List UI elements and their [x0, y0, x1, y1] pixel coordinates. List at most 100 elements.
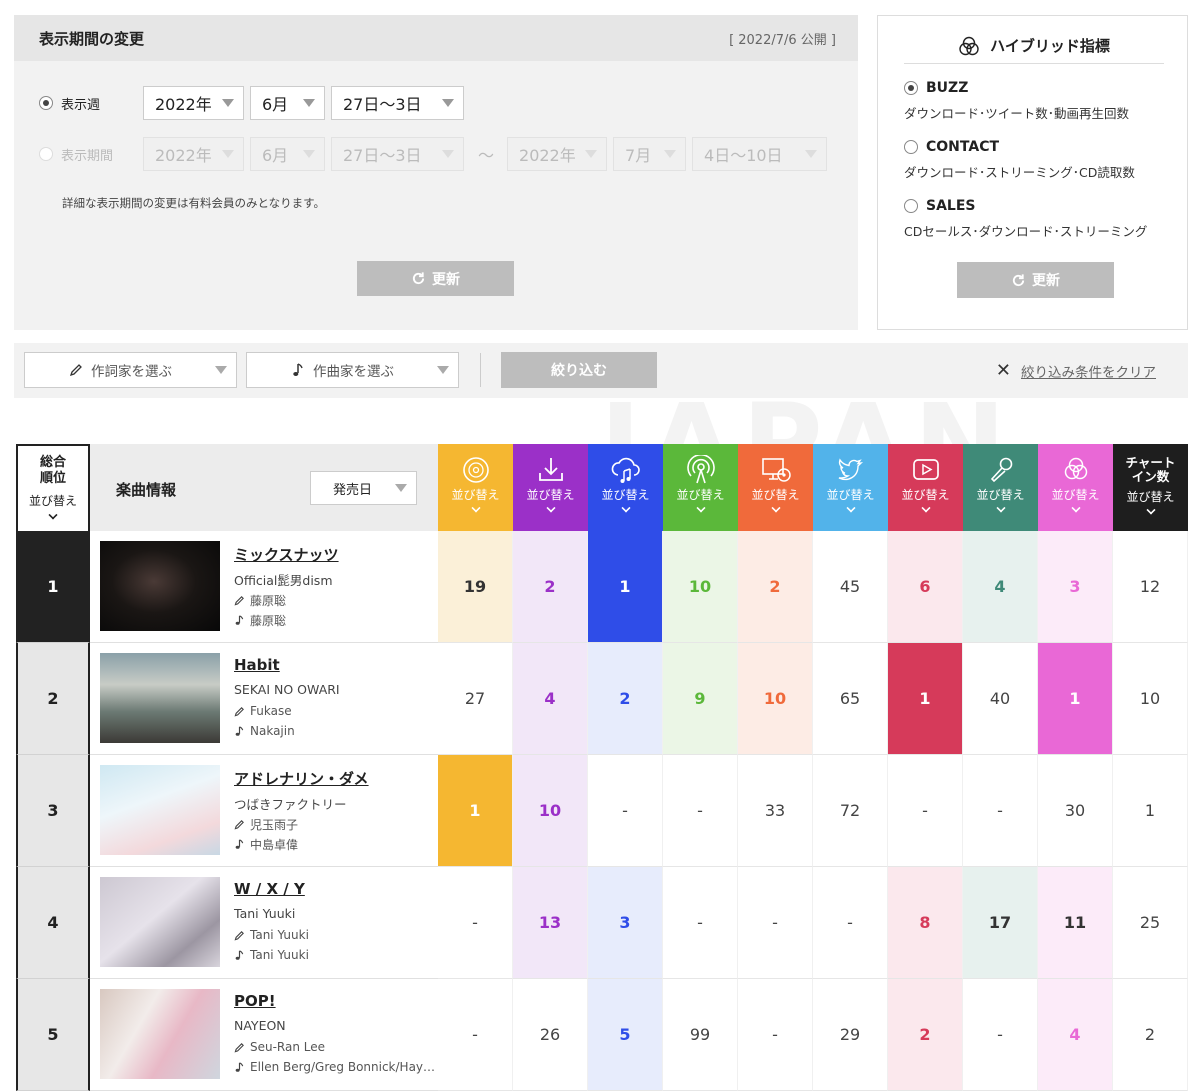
range-from-year-select[interactable]: 2022年 — [143, 137, 244, 171]
week-year-select[interactable]: 2022年 — [143, 86, 244, 120]
music-note-icon — [293, 363, 303, 376]
streaming-icon — [611, 457, 640, 483]
period-title: 表示期間の変更 — [39, 29, 145, 48]
metric-cell: 11 — [1038, 867, 1113, 979]
range-from-month-select[interactable]: 6月 — [250, 137, 325, 171]
sort-header-chart-in-count[interactable]: チャート イン数 並び替え — [1113, 444, 1188, 531]
metric-cell: 99 — [663, 979, 738, 1091]
sort-header-hybrid[interactable]: 並び替え — [1038, 444, 1113, 531]
metric-cell: 6 — [888, 531, 963, 643]
range-to-month-select[interactable]: 7月 — [613, 137, 687, 171]
artist-name: NAYEON — [234, 1018, 286, 1033]
metric-cell: 40 — [963, 643, 1038, 755]
song-info-cell: ミックスナッツ Official髭男dism 藤原聡 藤原聡 — [90, 531, 438, 643]
song-info-header: 楽曲情報 発売日 — [90, 444, 438, 531]
narrow-button[interactable]: 絞り込む — [501, 352, 657, 388]
sort-header-download[interactable]: 並び替え — [513, 444, 588, 531]
pencil-icon — [234, 706, 244, 716]
sort-header-pc-read[interactable]: 並び替え — [738, 444, 813, 531]
song-title-link[interactable]: W / X / Y — [234, 880, 305, 898]
refresh-icon — [1012, 273, 1025, 286]
song-title-link[interactable]: ミックスナッツ — [234, 544, 339, 565]
metric-cell: 10 — [663, 531, 738, 643]
filter-bar: 作詞家を選ぶ 作曲家を選ぶ 絞り込む ✕ 絞り込み条件をクリア — [14, 343, 1188, 398]
week-month-select[interactable]: 6月 — [250, 86, 325, 120]
rank-cell: 2 — [16, 643, 90, 755]
lyricist-credit: 藤原聡 — [234, 592, 286, 609]
song-title-link[interactable]: アドレナリン・ダメ — [234, 768, 369, 789]
chevron-down-icon — [695, 503, 706, 513]
sort-header-karaoke[interactable]: 並び替え — [963, 444, 1038, 531]
sort-header-radio[interactable]: 並び替え — [663, 444, 738, 531]
week-days-select[interactable]: 27日〜3日 — [331, 86, 464, 120]
video-thumbnail[interactable] — [100, 541, 220, 631]
chevron-down-icon — [805, 150, 818, 158]
buzz-radio[interactable] — [904, 81, 918, 95]
hybrid-option-sales[interactable]: SALES CDセールス･ダウンロード･ストリーミング — [904, 198, 1147, 240]
metric-cell: - — [813, 867, 888, 979]
clear-filter-link[interactable]: ✕ 絞り込み条件をクリア — [996, 361, 1156, 382]
chevron-down-icon — [845, 503, 856, 513]
music-note-icon — [235, 1061, 244, 1072]
chevron-down-icon — [48, 510, 58, 520]
metric-cell: 17 — [963, 867, 1038, 979]
pencil-icon — [234, 596, 244, 606]
chevron-down-icon — [545, 503, 556, 513]
video-thumbnail[interactable] — [100, 765, 220, 855]
metric-cell: - — [963, 755, 1038, 867]
video-thumbnail[interactable] — [100, 653, 220, 743]
chevron-down-icon — [442, 150, 454, 158]
composer-select[interactable]: 作曲家を選ぶ — [246, 352, 459, 388]
range-separator: 〜 — [478, 146, 495, 165]
sort-header-streaming[interactable]: 並び替え — [588, 444, 663, 531]
composer-credit: 中島卓偉 — [234, 836, 298, 853]
chevron-down-icon — [303, 150, 315, 158]
chevron-down-icon — [215, 366, 227, 374]
metric-cell: 4 — [1038, 979, 1113, 1091]
range-to-year-select[interactable]: 2022年 — [507, 137, 608, 171]
metric-cell: 4 — [513, 643, 588, 755]
chevron-down-icon — [995, 503, 1006, 513]
period-update-button[interactable]: 更新 — [357, 261, 514, 296]
hybrid-update-button[interactable]: 更新 — [957, 262, 1114, 298]
table-row: 1 ミックスナッツ Official髭男dism 藤原聡 藤原聡 19 2 1 10 2 45 6 4 3… — [14, 531, 1188, 643]
hybrid-header: ハイブリッド指標 — [904, 28, 1164, 64]
metric-cell: - — [663, 755, 738, 867]
hybrid-option-contact[interactable]: CONTACT ダウンロード･ストリーミング･CD読取数 — [904, 139, 1135, 181]
metric-cell: 2 — [738, 531, 813, 643]
range-radio[interactable] — [39, 147, 53, 161]
contact-radio[interactable] — [904, 140, 918, 154]
video-thumbnail[interactable] — [100, 877, 220, 967]
table-row: 4 W / X / Y Tani Yuuki Tani Yuuki Tani Yuuki… — [14, 867, 1188, 979]
video-thumbnail[interactable] — [100, 989, 220, 1079]
range-from-days-select[interactable]: 27日〜3日 — [331, 137, 464, 171]
sort-header-cd[interactable]: 並び替え — [438, 444, 513, 531]
hybrid-option-buzz[interactable]: BUZZ ダウンロード･ツイート数･動画再生回数 — [904, 80, 1129, 122]
filter-divider — [480, 353, 481, 387]
range-to-days-select[interactable]: 4日〜10日 — [692, 137, 828, 171]
week-radio[interactable] — [39, 96, 53, 110]
song-info-cell: Habit SEKAI NO OWARI Fukase Nakajin — [90, 643, 438, 755]
metric-cell: 45 — [813, 531, 888, 643]
period-panel: 表示期間の変更 [ 2022/7/6 公開 ] 表示週 2022年 6月 27日… — [14, 15, 858, 330]
youtube-icon — [912, 459, 939, 480]
lyricist-credit: Seu-Ran Lee — [234, 1040, 325, 1054]
lyricist-select[interactable]: 作詞家を選ぶ — [24, 352, 237, 388]
metric-cell: - — [738, 867, 813, 979]
sales-radio[interactable] — [904, 199, 918, 213]
metric-cell: 3 — [588, 867, 663, 979]
metric-cell: 72 — [813, 755, 888, 867]
metric-cell: 27 — [438, 643, 513, 755]
rank-header[interactable]: 総合 順位 並び替え — [16, 444, 90, 531]
metric-cell: 25 — [1113, 867, 1188, 979]
metric-cell: 10 — [1113, 643, 1188, 755]
metric-cell: 30 — [1038, 755, 1113, 867]
song-title-link[interactable]: POP! — [234, 992, 276, 1010]
metric-cell: 1 — [1038, 643, 1113, 755]
song-info-cell: POP! NAYEON Seu-Ran Lee Ellen Berg/Greg Bon… — [90, 979, 438, 1091]
song-title-link[interactable]: Habit — [234, 656, 280, 674]
metric-cell: 2 — [1113, 979, 1188, 1091]
release-date-select[interactable]: 発売日 — [310, 471, 417, 505]
sort-header-twitter[interactable]: 並び替え — [813, 444, 888, 531]
sort-header-youtube[interactable]: 並び替え — [888, 444, 963, 531]
